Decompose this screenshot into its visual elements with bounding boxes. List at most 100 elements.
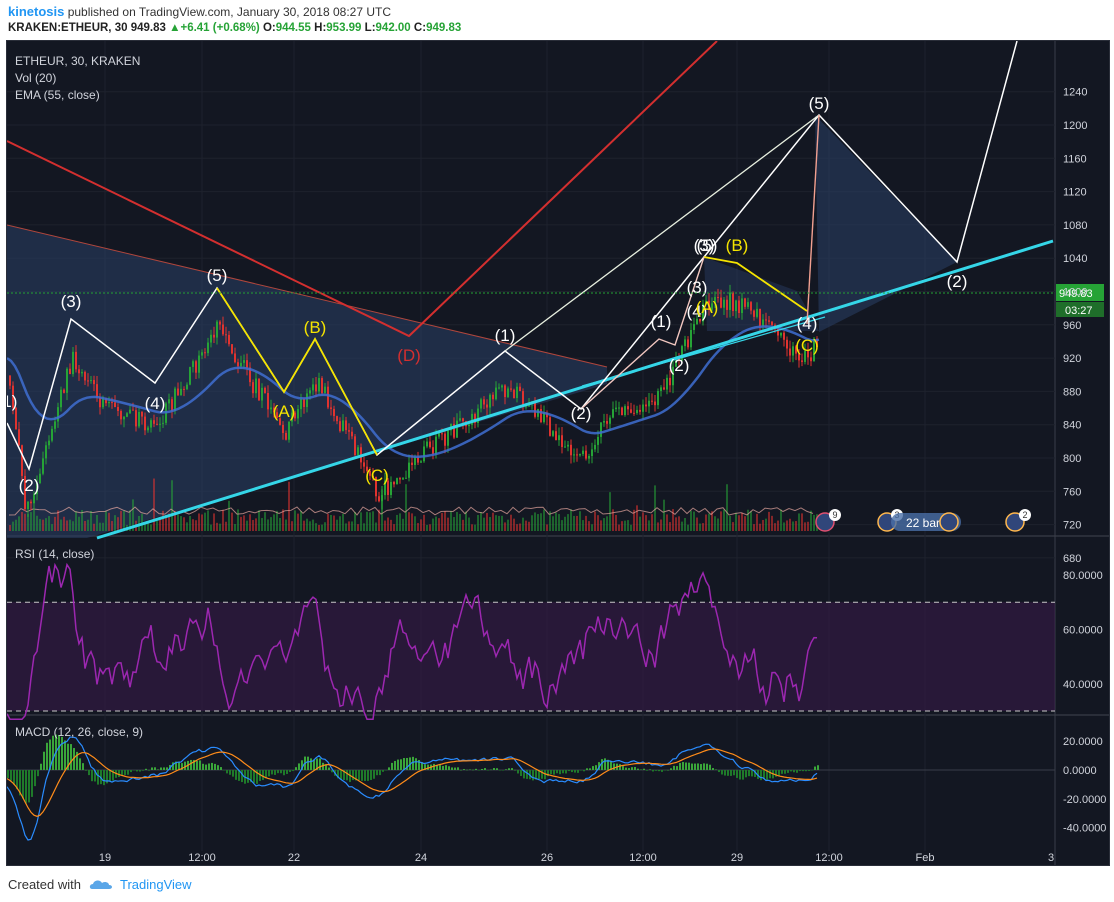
volume-bar xyxy=(486,512,488,531)
macd-hist-bar xyxy=(10,770,12,781)
macd-hist-bar xyxy=(262,770,264,781)
volume-bar xyxy=(276,510,278,531)
candle-body xyxy=(504,385,506,398)
volume-bar xyxy=(30,512,32,531)
volume-bar xyxy=(282,509,284,531)
symbol-title: ETHEUR, 30, KRAKEN xyxy=(15,54,141,68)
macd-hist-bar xyxy=(358,770,360,781)
volume-bar xyxy=(312,519,314,531)
volume-bar xyxy=(699,523,701,531)
volume-bar xyxy=(273,514,275,531)
candle-body xyxy=(171,399,173,411)
price-change: +6.41 (+0.68%) xyxy=(180,22,260,34)
macd-hist-bar xyxy=(463,769,465,770)
macd-hist-bar xyxy=(328,767,330,770)
volume-bar xyxy=(39,519,41,531)
candle-body xyxy=(720,297,722,308)
candle-body xyxy=(411,462,413,466)
volume-bar xyxy=(762,519,764,531)
macd-hist-bar xyxy=(745,770,747,778)
tradingview-link[interactable]: TradingView xyxy=(120,877,192,892)
macd-hist-bar xyxy=(118,770,120,778)
candle-body xyxy=(180,388,182,396)
volume-bar xyxy=(435,516,437,531)
candle-body xyxy=(651,400,653,402)
volume-bar xyxy=(666,514,668,531)
candle-body xyxy=(189,366,191,385)
chart-area[interactable]: (1) (2) (3) (4) (5) (A) (B) (C) (D) (1) (2) (1) (2) (… xyxy=(6,40,1110,866)
candle-body xyxy=(729,292,731,310)
volume-bar xyxy=(573,515,575,531)
macd-hist-bar xyxy=(13,770,15,785)
volume-bar xyxy=(741,512,743,531)
volume-bar xyxy=(786,520,788,531)
macd-hist-bar xyxy=(700,764,702,770)
candle-body xyxy=(96,384,98,398)
volume-bar xyxy=(195,520,197,531)
candle-body xyxy=(225,334,227,336)
candle-body xyxy=(597,436,599,445)
macd-hist-bar xyxy=(805,770,807,772)
volume-bar xyxy=(579,511,581,531)
candle-body xyxy=(288,421,290,440)
volume-bar xyxy=(357,524,359,531)
macd-hist-bar xyxy=(64,740,66,770)
volume-bar xyxy=(606,516,608,531)
volume-bar xyxy=(576,515,578,531)
volume-bar xyxy=(723,509,725,531)
macd-hist-bar xyxy=(361,770,363,781)
volume-bar xyxy=(249,514,251,531)
price-legend: ETHEUR, 30, KRAKEN Vol (20) EMA (55, clo… xyxy=(15,53,140,104)
volume-bar xyxy=(186,522,188,531)
candle-body xyxy=(264,387,266,393)
macd-hist-bar xyxy=(640,769,642,771)
candle-body xyxy=(66,368,68,393)
volume-bar xyxy=(693,511,695,531)
candle-body xyxy=(18,429,20,446)
candle-body xyxy=(624,406,626,416)
wave-label: (5) xyxy=(697,236,718,255)
macd-hist-bar xyxy=(466,769,468,771)
candle-body xyxy=(750,302,752,311)
volume-bar xyxy=(234,524,236,531)
macd-hist-bar xyxy=(199,760,201,770)
candle-body xyxy=(390,481,392,495)
event-badge xyxy=(939,512,959,532)
wave-label: (5) xyxy=(207,266,228,285)
macd-hist-bar xyxy=(652,770,654,772)
volume-bar xyxy=(801,513,803,531)
candle-body xyxy=(153,420,155,424)
macd-hist-bar xyxy=(475,768,477,770)
wave-label: (2) xyxy=(19,476,40,495)
macd-hist-bar xyxy=(28,770,30,803)
macd-hist-bar xyxy=(205,764,207,770)
macd-hist-bar xyxy=(793,770,795,773)
wave-label: (4) xyxy=(797,314,818,333)
volume-bar xyxy=(66,520,68,531)
macd-tick: -20.0000 xyxy=(1063,794,1106,806)
macd-hist-bar xyxy=(586,768,588,770)
macd-hist-bar xyxy=(778,770,780,777)
volume-bar xyxy=(720,511,722,531)
volume-bar xyxy=(558,514,560,531)
volume-bar xyxy=(267,519,269,531)
macd-hist-bar xyxy=(307,756,309,770)
macd-tick: 0.0000 xyxy=(1063,765,1097,777)
volume-bar xyxy=(156,521,158,531)
macd-hist-bar xyxy=(163,767,165,770)
volume-bar xyxy=(642,512,644,531)
volume-bar xyxy=(231,512,233,531)
macd-hist-bar xyxy=(685,762,687,770)
wave-label: (B) xyxy=(726,236,749,255)
macd-hist-bar xyxy=(631,767,633,770)
candle-body xyxy=(399,478,401,480)
macd-tick: 20.0000 xyxy=(1063,736,1103,748)
macd-hist-bar xyxy=(568,770,570,772)
author-link[interactable]: kinetosis xyxy=(8,4,64,19)
candle-body xyxy=(657,391,659,406)
candle-body xyxy=(759,308,761,327)
chart-canvas[interactable]: (1) (2) (3) (4) (5) (A) (B) (C) (D) (1) (2) (1) (2) (… xyxy=(7,41,1109,865)
macd-hist-bar xyxy=(817,765,819,770)
candle-body xyxy=(576,454,578,456)
volume-bar xyxy=(372,511,374,531)
